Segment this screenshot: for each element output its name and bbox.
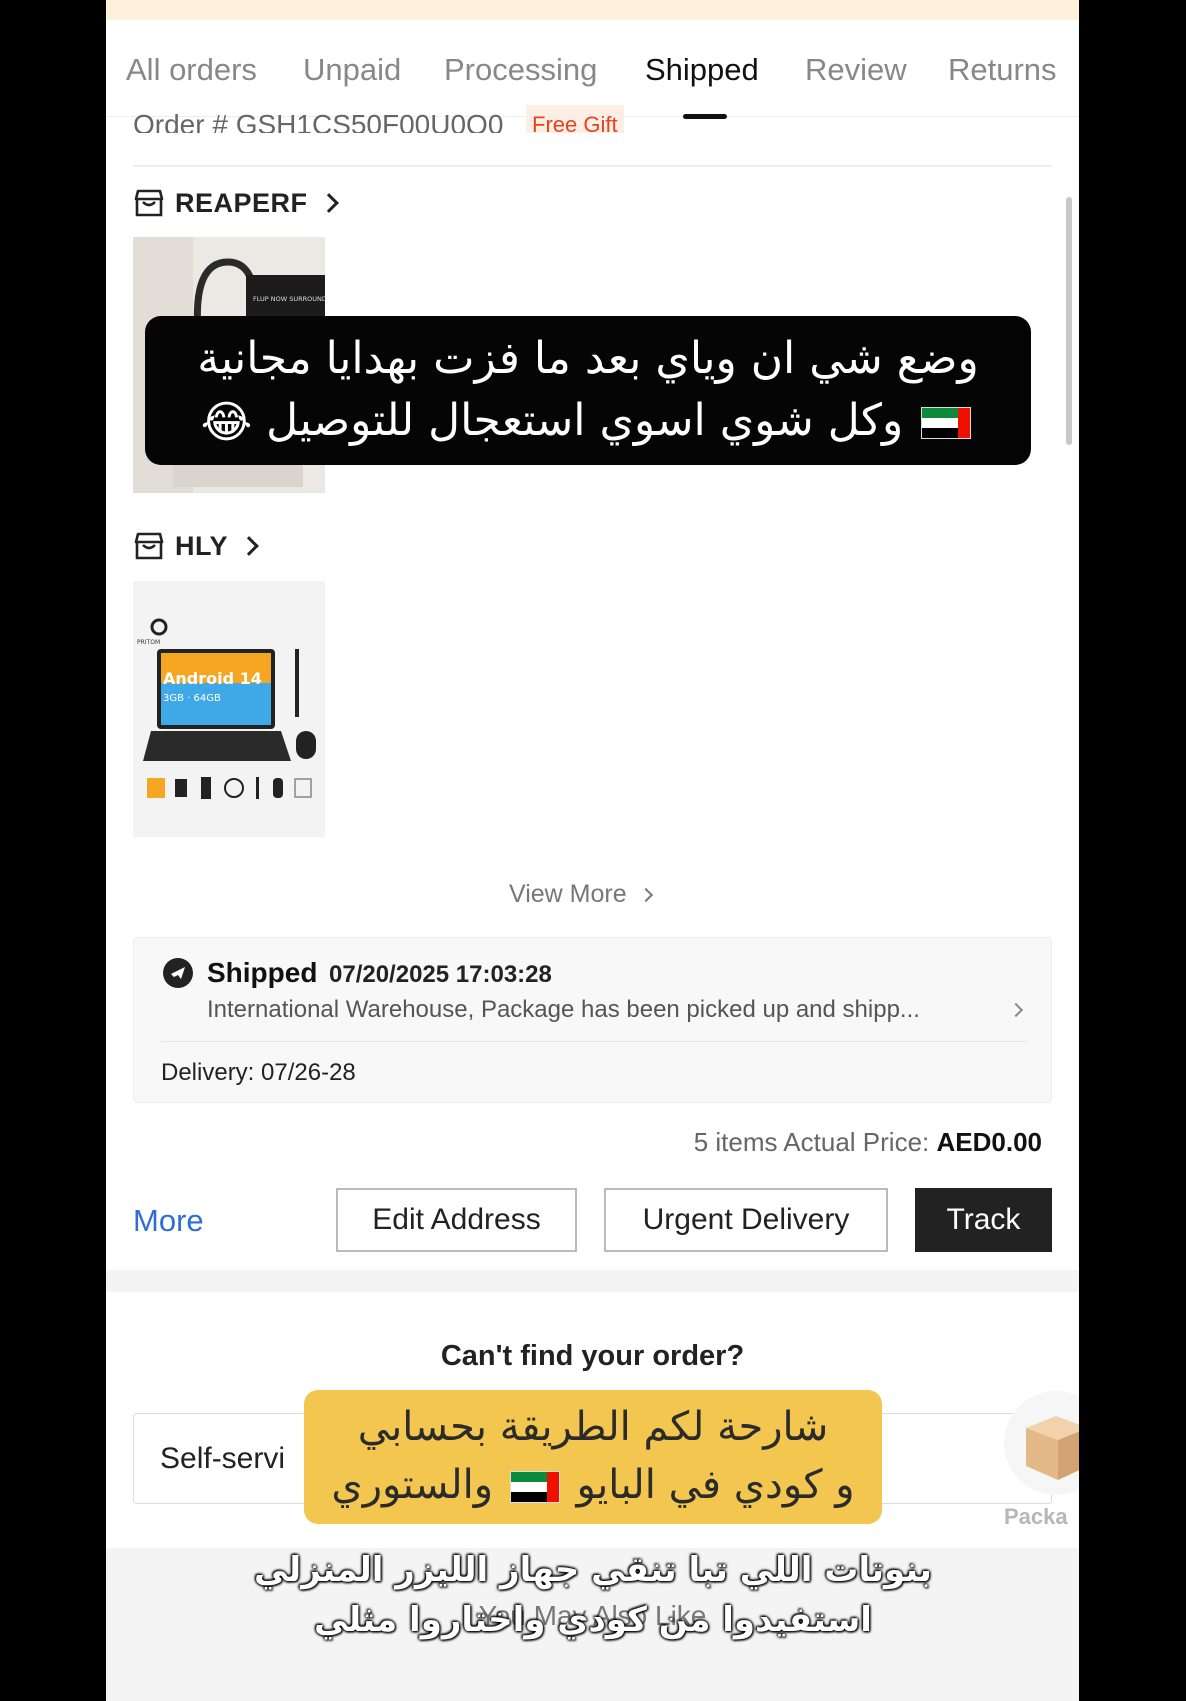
- order-tabs: All orders Unpaid Processing Shipped Rev…: [106, 20, 1079, 119]
- self-service-label: Self-servi: [160, 1442, 286, 1475]
- more-button[interactable]: More: [133, 1203, 204, 1239]
- package-label: Packa: [1004, 1504, 1068, 1529]
- section-separator: [106, 1270, 1079, 1292]
- tab-unpaid[interactable]: Unpaid: [303, 52, 401, 88]
- edit-address-button[interactable]: Edit Address: [336, 1188, 577, 1252]
- order-total: 5 items Actual Price: AED0.00: [693, 1127, 1043, 1157]
- caption-line: شارحة لكم الطريقة بحسابي: [357, 1404, 829, 1450]
- tablet-specs-text: 3GB · 64GB: [163, 693, 221, 704]
- urgent-delivery-button[interactable]: Urgent Delivery: [604, 1188, 888, 1252]
- caption-line: و كودي في البايو والستوري: [331, 1462, 855, 1508]
- box-label: FLUP NOW SURROUNDS UL: [253, 295, 325, 303]
- story-caption-subtitle: بنوتات اللي تبا تنقي جهاز الليزر المنزلي…: [200, 1545, 986, 1645]
- shipping-datetime: 07/20/2025 17:03:28: [329, 961, 552, 988]
- tablet-product-image: PRITOM Android 14 3GB · 64GB: [133, 581, 325, 837]
- uae-flag-icon: [509, 1471, 560, 1503]
- chevron-right-icon: [318, 193, 339, 213]
- chevron-right-icon: [638, 887, 653, 902]
- cant-find-order-heading: Can't find your order?: [440, 1340, 745, 1372]
- tab-shipped[interactable]: Shipped: [645, 52, 759, 88]
- story-caption-yellow: شارحة لكم الطريقة بحسابي و كودي في الباي…: [304, 1390, 882, 1524]
- order-number: Order # GSH1CS50F00U0Q0: [133, 109, 504, 133]
- top-banner: [106, 0, 1079, 20]
- store-icon: [134, 189, 164, 217]
- view-more-link[interactable]: View More: [509, 880, 653, 909]
- laughing-emoji-icon: 😂: [200, 397, 253, 448]
- tab-all-orders[interactable]: All orders: [126, 52, 257, 88]
- active-tab-indicator: [683, 114, 727, 119]
- story-caption-black: وضع شي ان وياي بعد ما فزت بهدايا مجانية …: [145, 316, 1031, 465]
- store-header-reaperf[interactable]: REAPERF: [133, 186, 339, 220]
- caption-line: بنوتات اللي تبا تنقي جهاز الليزر المنزلي: [254, 1550, 932, 1590]
- product-thumbnail[interactable]: PRITOM Android 14 3GB · 64GB: [133, 581, 325, 837]
- caption-line: استفيدوا من كودي واختاروا مثلي: [314, 1600, 872, 1640]
- brand-label: PRITOM: [137, 639, 160, 646]
- chevron-right-icon: [239, 536, 259, 556]
- caption-line: وضع شي ان وياي بعد ما فزت بهدايا مجانية: [197, 333, 979, 384]
- shipping-status-card[interactable]: Shipped 07/20/2025 17:03:28 Internationa…: [133, 937, 1052, 1103]
- chevron-right-icon: [1008, 1002, 1024, 1018]
- tablet-screen-text: Android 14: [163, 669, 262, 688]
- divider: [161, 1041, 1027, 1042]
- track-button[interactable]: Track: [915, 1188, 1052, 1252]
- free-gift-badge: Free Gift: [526, 105, 624, 133]
- store-icon: [134, 532, 164, 560]
- shipping-status: Shipped: [207, 957, 318, 988]
- tab-processing[interactable]: Processing: [444, 52, 597, 88]
- package-icon[interactable]: [996, 1388, 1079, 1498]
- uae-flag-icon: [921, 407, 972, 439]
- divider: [133, 165, 1052, 167]
- scrollbar[interactable]: [1066, 197, 1072, 445]
- tab-review[interactable]: Review: [805, 52, 907, 88]
- tab-returns[interactable]: Returns: [948, 52, 1057, 88]
- order-total-price: AED0.00: [936, 1127, 1043, 1157]
- store-name: HLY: [175, 530, 229, 561]
- delivery-estimate: Delivery: 07/26-28: [161, 1059, 356, 1086]
- store-header-hly[interactable]: HLY: [133, 529, 259, 563]
- shipping-description: International Warehouse, Package has bee…: [207, 996, 920, 1023]
- plane-icon: [163, 958, 193, 988]
- store-name: REAPERF: [175, 187, 308, 218]
- caption-line: وكل شوي اسوي استعجال للتوصيل 😂: [145, 390, 1031, 454]
